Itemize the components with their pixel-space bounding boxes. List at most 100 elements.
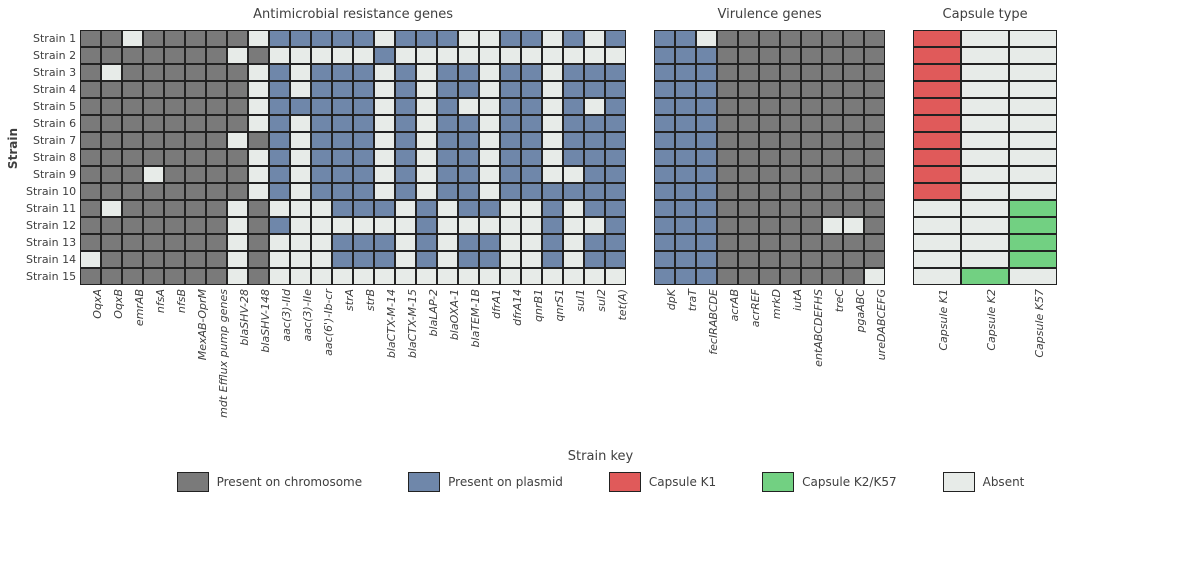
heatmap-cell xyxy=(759,183,780,200)
heatmap-cell xyxy=(143,98,164,115)
heatmap-cell xyxy=(801,47,822,64)
heatmap-cell xyxy=(395,30,416,47)
heatmap-cell xyxy=(206,30,227,47)
heatmap-cell xyxy=(437,132,458,149)
heatmap-cell xyxy=(395,200,416,217)
heatmap-cell xyxy=(269,30,290,47)
heatmap-cell xyxy=(843,81,864,98)
legend-label: Present on chromosome xyxy=(217,475,363,489)
heatmap-cell xyxy=(248,81,269,98)
heatmap-cell xyxy=(961,217,1009,234)
heatmap-cell xyxy=(332,251,353,268)
heatmap-cell xyxy=(311,200,332,217)
heatmap-cell xyxy=(290,64,311,81)
heatmap-cell xyxy=(605,217,626,234)
heatmap-cell xyxy=(395,268,416,285)
heatmap-cell xyxy=(675,217,696,234)
heatmap-cell xyxy=(913,217,961,234)
heatmap-cell xyxy=(101,115,122,132)
heatmap-cell xyxy=(332,183,353,200)
x-tick-label: ureDABCEFG xyxy=(875,289,888,360)
legend-label: Absent xyxy=(983,475,1025,489)
heatmap-cell xyxy=(542,251,563,268)
heatmap-cell xyxy=(143,166,164,183)
heatmap-cell xyxy=(101,217,122,234)
heatmap-cell xyxy=(353,149,374,166)
heatmap-cell xyxy=(311,30,332,47)
heatmap-cell xyxy=(479,30,500,47)
heatmap-cell xyxy=(353,98,374,115)
heatmap-cell xyxy=(717,30,738,47)
heatmap-cell xyxy=(416,115,437,132)
heatmap-cell xyxy=(961,166,1009,183)
heatmap-cell xyxy=(353,183,374,200)
heatmap-cell xyxy=(101,166,122,183)
heatmap-cell xyxy=(675,64,696,81)
heatmap-cell xyxy=(864,64,885,81)
heatmap-cell xyxy=(227,149,248,166)
heatmap-cell xyxy=(864,115,885,132)
heatmap-cell xyxy=(479,183,500,200)
heatmap-cell xyxy=(269,64,290,81)
heatmap-cell xyxy=(675,47,696,64)
heatmap-cell xyxy=(738,132,759,149)
heatmap-cell xyxy=(164,98,185,115)
heatmap-cell xyxy=(961,132,1009,149)
heatmap-cell xyxy=(961,234,1009,251)
heatmap-cell xyxy=(374,166,395,183)
heatmap-cell xyxy=(458,30,479,47)
heatmap-cell xyxy=(675,115,696,132)
heatmap-cell xyxy=(738,30,759,47)
heatmap-cell xyxy=(458,200,479,217)
heatmap-cell xyxy=(458,183,479,200)
heatmap-cell xyxy=(500,166,521,183)
heatmap-cell xyxy=(227,268,248,285)
heatmap-cell xyxy=(353,81,374,98)
heatmap-cell xyxy=(101,30,122,47)
heatmap-cell xyxy=(458,268,479,285)
heatmap-cell xyxy=(143,81,164,98)
x-tick-label: Capsule K57 xyxy=(1033,289,1046,358)
heatmap-cell xyxy=(290,166,311,183)
heatmap-cell xyxy=(101,98,122,115)
heatmap-cell xyxy=(311,115,332,132)
heatmap-cell xyxy=(654,166,675,183)
heatmap-cell xyxy=(332,234,353,251)
heatmap-cell xyxy=(437,115,458,132)
y-tick-label: Strain 12 xyxy=(26,217,80,234)
heatmap-cell xyxy=(353,217,374,234)
heatmap-cell xyxy=(374,132,395,149)
heatmap-cell xyxy=(843,166,864,183)
heatmap-cell xyxy=(143,251,164,268)
heatmap-cell xyxy=(374,200,395,217)
heatmap-cell xyxy=(717,64,738,81)
heatmap-cell xyxy=(164,47,185,64)
heatmap-cell xyxy=(738,149,759,166)
heatmap-cell xyxy=(1009,251,1057,268)
heatmap-cell xyxy=(780,115,801,132)
heatmap-cell xyxy=(80,98,101,115)
heatmap-cell xyxy=(542,149,563,166)
heatmap-cell xyxy=(185,47,206,64)
heatmap-cell xyxy=(416,251,437,268)
heatmap-cell xyxy=(80,166,101,183)
heatmap-cell xyxy=(961,64,1009,81)
legend-label: Capsule K1 xyxy=(649,475,716,489)
heatmap-cell xyxy=(801,115,822,132)
heatmap-cell xyxy=(206,200,227,217)
heatmap-cell xyxy=(738,166,759,183)
heatmap-cell xyxy=(717,183,738,200)
heatmap-cell xyxy=(416,98,437,115)
heatmap-cell xyxy=(500,268,521,285)
panel-title: Antimicrobial resistance genes xyxy=(80,8,626,30)
heatmap-cell xyxy=(864,251,885,268)
heatmap-cell xyxy=(395,64,416,81)
heatmap-cell xyxy=(822,251,843,268)
heatmap-cell xyxy=(864,268,885,285)
heatmap-cell xyxy=(1009,115,1057,132)
heatmap-cell xyxy=(961,268,1009,285)
heatmap-cell xyxy=(269,166,290,183)
heatmap-cell xyxy=(164,149,185,166)
heatmap-cell xyxy=(185,217,206,234)
heatmap-cell xyxy=(122,98,143,115)
